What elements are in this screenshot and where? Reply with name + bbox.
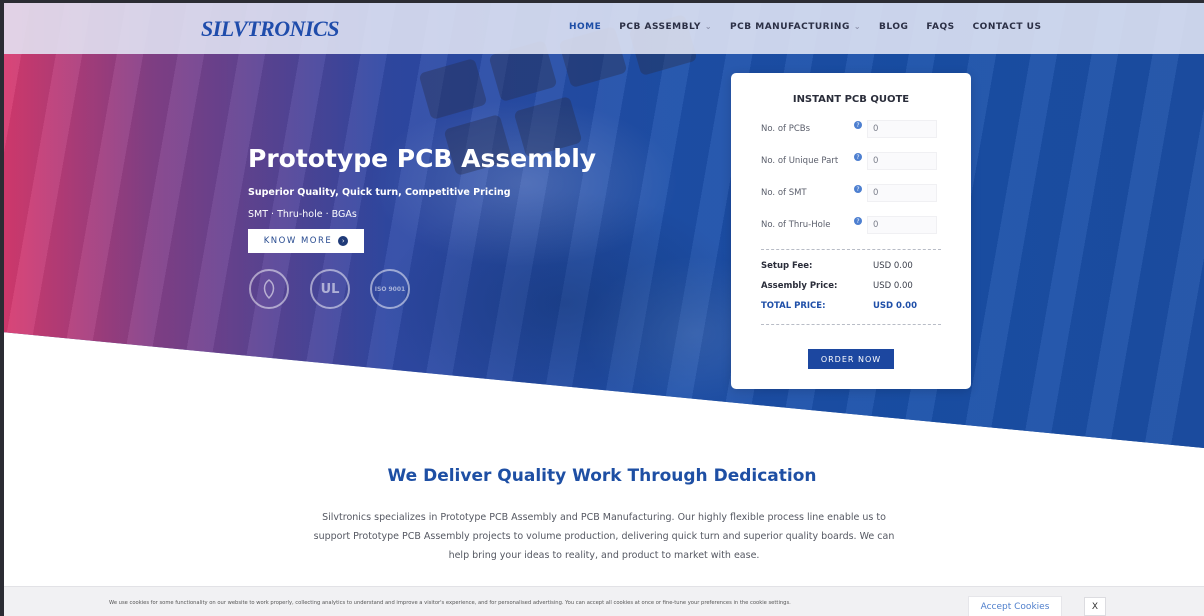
- nav-item-label: HOME: [569, 22, 602, 32]
- nav-item-pcb-assembly[interactable]: PCB ASSEMBLY ⌄: [619, 22, 712, 32]
- total-price-value: USD 0.00: [873, 301, 918, 311]
- nav-item-label: FAQS: [926, 22, 955, 32]
- hero-tags: SMT · Thru-hole · BGAs: [248, 209, 357, 220]
- lead-free-icon: [249, 269, 289, 309]
- nav-item-home[interactable]: HOME: [569, 22, 601, 32]
- hero-title: Prototype PCB Assembly: [248, 144, 597, 173]
- help-icon[interactable]: ?: [854, 153, 862, 161]
- nav-item-label: BLOG: [879, 22, 909, 32]
- assembly-price-value: USD 0.00: [873, 281, 913, 291]
- divider: [761, 324, 941, 325]
- know-more-button[interactable]: KNOW MORE ›: [248, 229, 364, 253]
- nav-item-label: PCB MANUFACTURING: [730, 22, 850, 32]
- quote-field-thru-hole: No. of Thru-Hole ?: [761, 216, 961, 234]
- pcb-count-input[interactable]: [867, 120, 937, 138]
- setup-fee-label: Setup Fee:: [761, 261, 813, 271]
- chevron-down-icon: ⌄: [704, 22, 713, 31]
- chevron-right-icon: ›: [338, 236, 349, 246]
- quote-field-label: No. of Unique Part: [761, 156, 839, 166]
- ul-certification-icon: UL: [310, 269, 350, 309]
- thru-hole-count-input[interactable]: [867, 216, 937, 234]
- quote-field-unique-part: No. of Unique Part ?: [761, 152, 961, 170]
- assembly-price-label: Assembly Price:: [761, 281, 838, 291]
- divider: [761, 249, 941, 250]
- nav-item-blog[interactable]: BLOG: [879, 22, 908, 32]
- order-now-button[interactable]: ORDER NOW: [808, 349, 894, 369]
- iso-badge-label: ISO 9001: [374, 285, 406, 293]
- cookie-notice-text: We use cookies for some functionality on…: [109, 600, 791, 606]
- main-menu: HOME PCB ASSEMBLY ⌄ PCB MANUFACTURING ⌄ BL…: [569, 22, 1059, 32]
- page: Prototype PCB Assembly Superior Quality,…: [4, 3, 1204, 616]
- close-cookie-button[interactable]: X: [1084, 597, 1106, 616]
- section-title: We Deliver Quality Work Through Dedicati…: [387, 466, 817, 486]
- unique-part-input[interactable]: [867, 152, 937, 170]
- nav-item-label: CONTACT US: [972, 22, 1042, 32]
- section-description: Silvtronics specializes in Prototype PCB…: [313, 512, 895, 561]
- quote-field-smt: No. of SMT ?: [761, 184, 961, 202]
- nav-item-pcb-manufacturing[interactable]: PCB MANUFACTURING ⌄: [730, 22, 861, 32]
- top-navigation: SILVTRONICS HOME PCB ASSEMBLY ⌄ PCB MANUF…: [4, 3, 1204, 54]
- ul-badge-label: UL: [320, 281, 340, 297]
- quote-title: INSTANT PCB QUOTE: [792, 94, 910, 105]
- iso-9001-icon: ISO 9001: [370, 269, 410, 309]
- know-more-label: KNOW MORE: [263, 236, 333, 246]
- help-icon[interactable]: ?: [854, 121, 862, 129]
- hero-banner: Prototype PCB Assembly Superior Quality,…: [4, 3, 1204, 448]
- nav-item-contact-us[interactable]: CONTACT US: [973, 22, 1042, 32]
- help-icon[interactable]: ?: [854, 185, 862, 193]
- quote-field-label: No. of Thru-Hole: [761, 220, 831, 230]
- hero-subtitle: Superior Quality, Quick turn, Competitiv…: [248, 187, 511, 198]
- quote-field-label: No. of SMT: [761, 188, 807, 198]
- quote-field-pcbs: No. of PCBs ?: [761, 120, 961, 138]
- instant-quote-card: INSTANT PCB QUOTE No. of PCBs ? No. of U…: [731, 73, 971, 389]
- help-icon[interactable]: ?: [854, 217, 862, 225]
- quote-field-label: No. of PCBs: [761, 124, 811, 134]
- nav-item-faqs[interactable]: FAQS: [926, 22, 954, 32]
- smt-count-input[interactable]: [867, 184, 937, 202]
- chevron-down-icon: ⌄: [853, 22, 862, 31]
- leaf-icon: [263, 279, 275, 300]
- cookie-consent-bar: We use cookies for some functionality on…: [4, 586, 1204, 616]
- nav-item-label: PCB ASSEMBLY: [619, 22, 701, 32]
- site-logo[interactable]: SILVTRONICS: [201, 16, 339, 42]
- setup-fee-value: USD 0.00: [873, 261, 913, 271]
- total-price-label: TOTAL PRICE:: [761, 301, 826, 311]
- accept-cookies-button[interactable]: Accept Cookies: [968, 596, 1062, 616]
